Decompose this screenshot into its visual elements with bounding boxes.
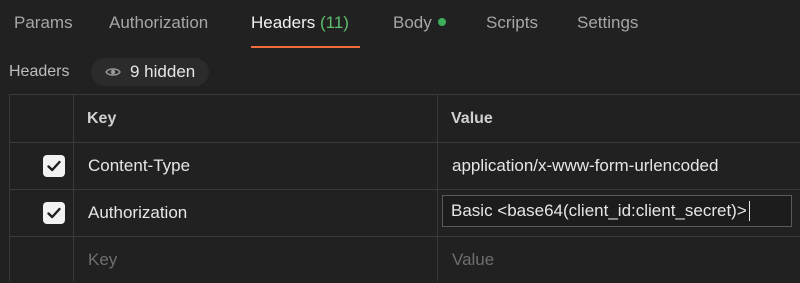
new-value-placeholder[interactable]: Value <box>452 236 494 283</box>
table-row: Content-Type application/x-www-form-urle… <box>10 142 800 190</box>
column-header-value: Value <box>451 109 493 127</box>
hidden-count-label: 9 hidden <box>130 62 196 81</box>
headers-table: Key Value Content-Type application/x-www… <box>9 94 800 281</box>
tab-headers-label: Headers <box>251 13 316 32</box>
column-header-key: Key <box>87 109 117 127</box>
tab-params[interactable]: Params <box>14 13 73 33</box>
text-caret <box>748 201 750 221</box>
checkmark-icon <box>47 207 61 218</box>
new-key-placeholder[interactable]: Key <box>88 236 117 283</box>
header-value-input[interactable]: Basic <base64(client_id:client_secret)> <box>442 195 792 227</box>
tab-headers[interactable]: Headers (11) <box>251 13 349 33</box>
header-key-cell[interactable]: Content-Type <box>88 142 190 189</box>
header-value-cell[interactable]: application/x-www-form-urlencoded <box>452 142 718 189</box>
hidden-headers-toggle[interactable]: 9 hidden <box>91 58 209 86</box>
tab-settings[interactable]: Settings <box>577 13 638 33</box>
header-key-cell[interactable]: Authorization <box>88 189 187 236</box>
eye-icon <box>105 68 121 76</box>
tab-authorization[interactable]: Authorization <box>109 13 208 33</box>
row-checkbox-cell <box>43 142 65 189</box>
row-enabled-checkbox[interactable] <box>43 154 65 177</box>
table-header-row: Key Value <box>10 95 800 143</box>
row-enabled-checkbox[interactable] <box>43 201 65 224</box>
active-tab-underline <box>251 46 360 48</box>
row-checkbox-cell <box>43 189 65 236</box>
header-value-text: Basic <base64(client_id:client_secret)> <box>451 201 747 220</box>
tab-headers-count: (11) <box>320 13 349 32</box>
checkmark-icon <box>47 160 61 171</box>
body-status-dot-icon <box>437 18 446 26</box>
tab-body[interactable]: Body <box>393 13 446 33</box>
table-row-new: Key Value <box>10 236 800 283</box>
section-title: Headers <box>9 63 70 80</box>
tab-scripts[interactable]: Scripts <box>486 13 538 33</box>
request-tab-bar: Params Authorization Headers (11) Body S… <box>0 0 800 50</box>
tab-body-label: Body <box>393 13 432 32</box>
